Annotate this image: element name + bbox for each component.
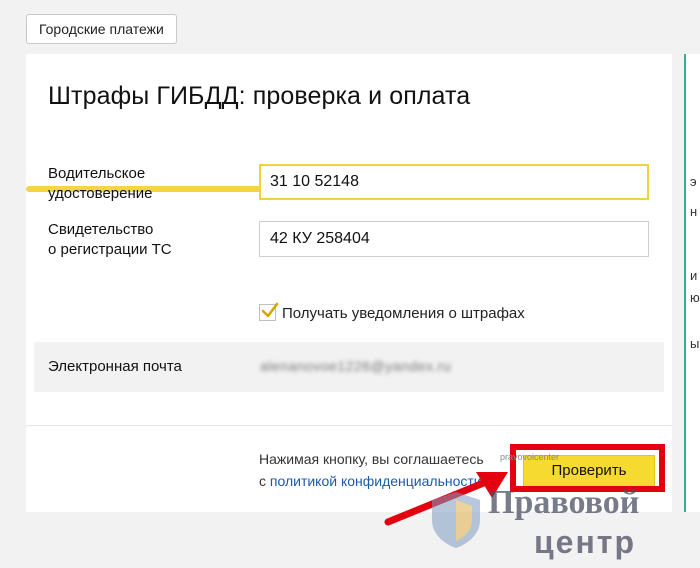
page-title: Штрафы ГИБДД: проверка и оплата: [48, 82, 471, 110]
agreement-prefix: с: [259, 473, 266, 489]
registration-label: Свидетельство о регистрации ТС: [48, 220, 172, 260]
right-panel-char: ы: [690, 336, 700, 351]
watermark: Правовой центр: [430, 484, 700, 568]
license-label-line1: Водительское: [48, 165, 146, 182]
license-label-line2: удостоверение: [48, 185, 153, 202]
email-label: Электронная почта: [48, 358, 182, 375]
notifications-checkbox[interactable]: [259, 302, 279, 321]
registration-input[interactable]: 42 КУ 258404: [259, 221, 649, 257]
watermark-line1: Правовой: [488, 484, 640, 521]
right-panel-char: ю: [690, 290, 700, 305]
right-panel-char: и: [690, 268, 698, 283]
divider: [26, 425, 672, 426]
shield-icon: [432, 492, 480, 548]
email-row: Электронная почта alenanovoe1226@yandex.…: [34, 342, 664, 392]
license-input[interactable]: 31 10 52148: [259, 164, 649, 200]
mini-watermark: pravovoicenter: [500, 452, 560, 462]
city-payments-button[interactable]: Городские платежи: [26, 14, 177, 44]
registration-label-line2: о регистрации ТС: [48, 241, 172, 258]
right-side-panel: э н и ю ы: [684, 54, 700, 512]
right-panel-char: н: [690, 204, 698, 219]
notifications-label[interactable]: Получать уведомления о штрафах: [282, 305, 525, 322]
checkmark-icon: [261, 302, 279, 318]
right-panel-char: э: [690, 174, 697, 189]
license-label: Водительское удостоверение: [48, 164, 152, 204]
registration-label-line1: Свидетельство: [48, 221, 154, 238]
email-field[interactable]: alenanovoe1226@yandex.ru: [260, 358, 451, 374]
watermark-line2: центр: [534, 524, 637, 560]
